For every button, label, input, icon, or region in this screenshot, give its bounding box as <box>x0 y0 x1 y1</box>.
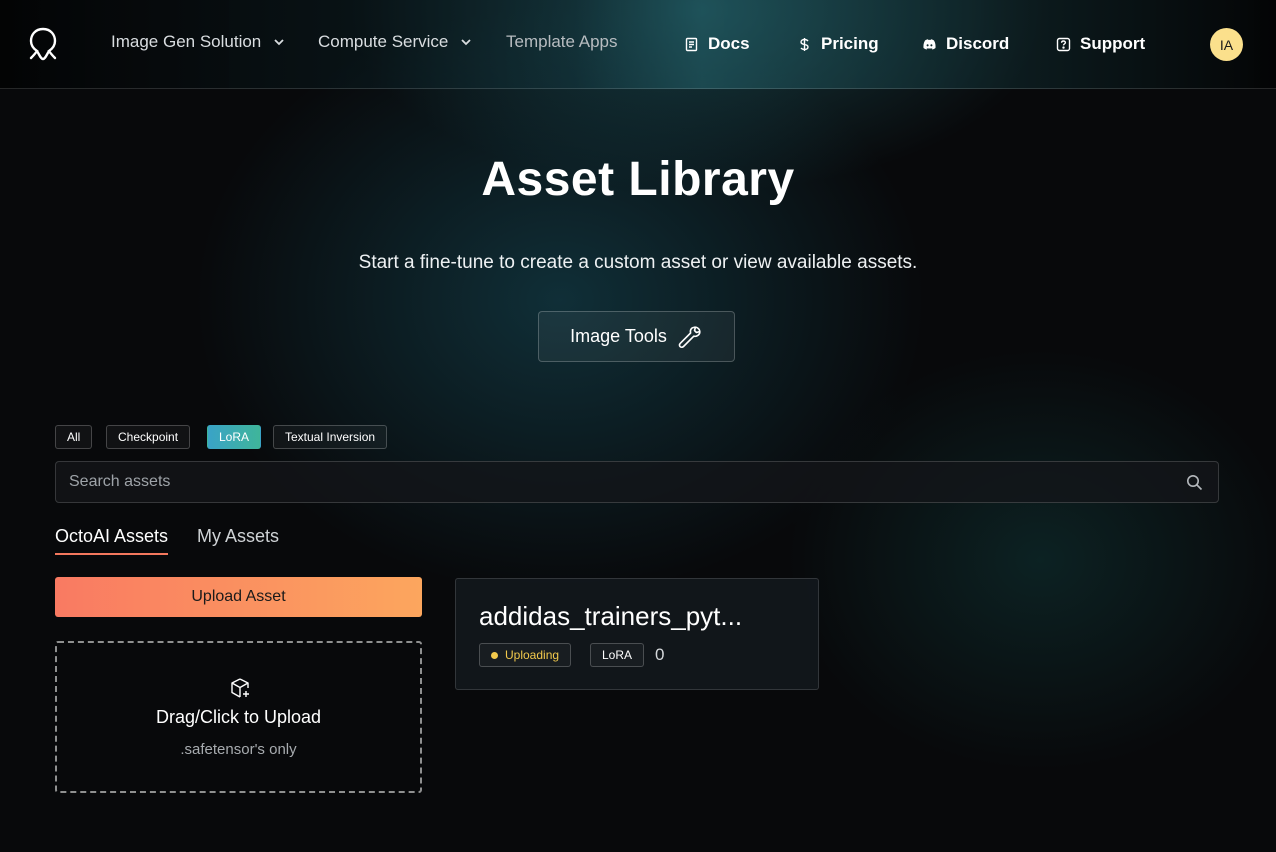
status-label: Uploading <box>505 648 560 662</box>
nav-link-label: Template Apps <box>506 32 618 51</box>
nav-menu-label: Compute Service <box>318 32 449 51</box>
octoai-logo-icon[interactable] <box>28 27 58 61</box>
chevron-down-icon <box>461 39 472 46</box>
status-dot-icon <box>491 651 498 659</box>
nav-link-template-apps[interactable]: Template Apps <box>506 32 618 52</box>
asset-count: 0 <box>655 645 665 664</box>
page-title: Asset Library <box>481 153 795 206</box>
filter-chip-textual-inversion[interactable]: Textual Inversion <box>273 425 388 449</box>
nav-link-pricing[interactable]: Pricing <box>797 34 879 54</box>
nav-link-label: Pricing <box>821 34 879 53</box>
asset-card[interactable]: addidas_trainers_pyt... Uploading LoRA 0 <box>455 578 819 690</box>
discord-icon <box>923 38 936 49</box>
nav-menu-compute-service[interactable]: Compute Service <box>318 32 472 52</box>
page-subtitle: Start a fine-tune to create a custom ass… <box>358 252 918 273</box>
image-tools-label: Image Tools <box>570 326 667 346</box>
search-bar <box>55 461 1219 503</box>
upload-dropzone[interactable]: Drag/Click to Upload .safetensor's only <box>55 641 422 793</box>
dropzone-title: Drag/Click to Upload <box>155 707 322 727</box>
dropzone-subtitle: .safetensor's only <box>180 741 297 758</box>
wrench-icon <box>678 325 701 348</box>
help-square-icon <box>1056 37 1071 51</box>
nav-menu-image-gen[interactable]: Image Gen Solution <box>111 32 285 52</box>
nav-link-label: Docs <box>708 34 750 53</box>
nav-link-support[interactable]: Support <box>1056 34 1145 54</box>
filter-chip-all[interactable]: All <box>55 425 93 449</box>
user-avatar[interactable]: IA <box>1210 28 1243 61</box>
asset-name: addidas_trainers_pyt... <box>479 601 743 631</box>
nav-link-discord[interactable]: Discord <box>922 34 1009 54</box>
dollar-icon <box>800 37 809 51</box>
chevron-down-icon <box>274 39 284 46</box>
search-input[interactable] <box>69 462 1169 502</box>
filter-chip-checkpoint[interactable]: Checkpoint <box>106 425 191 449</box>
filter-chip-lora[interactable]: LoRA <box>207 425 262 449</box>
search-icon[interactable] <box>1186 474 1203 491</box>
top-navbar: Image Gen Solution Compute Service Templ… <box>0 0 1276 89</box>
nav-link-docs[interactable]: Docs <box>684 34 750 54</box>
package-plus-icon <box>231 678 249 698</box>
tab-my-assets[interactable]: My Assets <box>197 526 279 553</box>
tab-octoai-assets[interactable]: OctoAI Assets <box>55 526 169 555</box>
nav-link-label: Discord <box>946 34 1010 53</box>
status-badge: Uploading <box>479 643 572 667</box>
image-tools-button[interactable]: Image Tools <box>538 311 735 362</box>
nav-link-label: Support <box>1080 34 1146 53</box>
document-icon <box>685 37 698 51</box>
asset-type-badge: LoRA <box>590 643 645 667</box>
nav-menu-label: Image Gen Solution <box>111 32 262 51</box>
upload-asset-button[interactable]: Upload Asset <box>55 577 422 617</box>
